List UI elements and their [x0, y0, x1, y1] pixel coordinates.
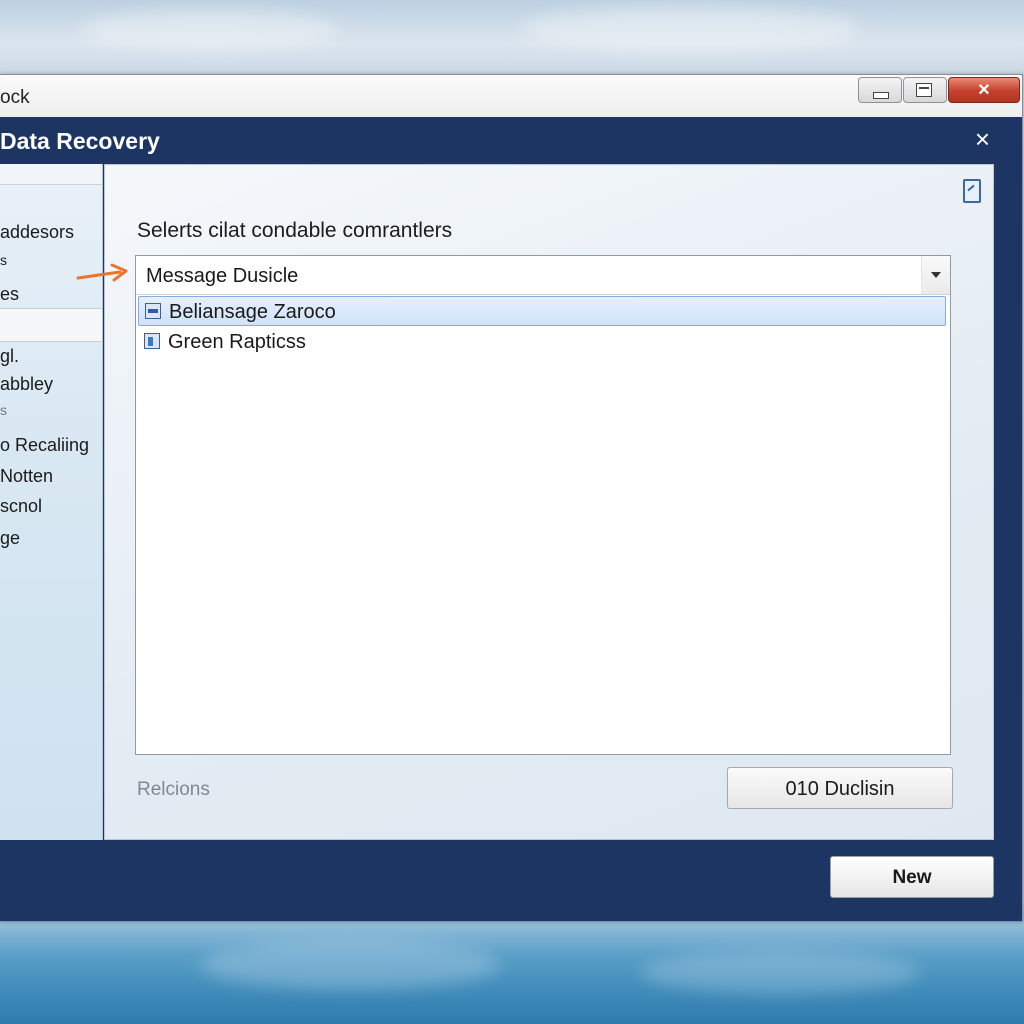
dialog-close-icon[interactable]: × [975, 124, 990, 154]
footer-label: Relcions [137, 779, 210, 800]
prompt-label: Selerts cilat condable comrantlers [137, 219, 453, 242]
outer-window-title: ock [0, 87, 30, 108]
action-button[interactable]: 010 Duclisin [727, 767, 953, 809]
main-panel: Selerts cilat condable comrantlers Messa… [104, 164, 994, 840]
sidebar-selected-strip[interactable] [0, 308, 102, 342]
sidebar-item[interactable]: es [0, 284, 19, 305]
list-item[interactable]: Beliansage Zaroco [138, 296, 946, 326]
outer-titlebar[interactable]: ock × [0, 75, 1022, 118]
sidebar-item[interactable]: s [0, 402, 7, 418]
maximize-button[interactable] [903, 77, 947, 103]
help-icon[interactable] [963, 179, 981, 203]
maximize-icon [916, 83, 932, 97]
dialog-title: Data Recovery [0, 128, 160, 154]
sidebar-item[interactable]: o Recaliing [0, 435, 89, 456]
sidebar-item[interactable]: abbley [0, 374, 53, 395]
minimize-icon [873, 92, 889, 99]
sidebar-item[interactable]: s [0, 252, 7, 268]
combo-box[interactable]: Message Dusicle [136, 256, 950, 295]
window-close-button[interactable]: × [948, 77, 1020, 103]
sidebar-item[interactable]: addesors [0, 222, 74, 243]
sidebar-item[interactable]: scnol [0, 496, 42, 517]
sidebar-item[interactable]: Notten [0, 466, 53, 487]
sidebar-item[interactable]: gl. [0, 346, 19, 367]
new-button[interactable]: New [830, 856, 994, 898]
desktop-cloud [520, 6, 860, 52]
window-icon [145, 303, 161, 319]
annotation-arrow-icon [76, 263, 128, 282]
list-item[interactable]: Green Rapticss [138, 327, 946, 357]
list-item-label: Beliansage Zaroco [169, 301, 336, 323]
sidebar-header-strip [0, 164, 102, 185]
controller-listbox[interactable]: Message Dusicle Beliansage Zaroco Green … [135, 255, 951, 755]
combo-value: Message Dusicle [146, 265, 299, 287]
document-icon [144, 333, 160, 349]
sidebar-item[interactable]: ge [0, 528, 20, 549]
desktop-cloud [200, 940, 500, 990]
close-icon: × [978, 79, 990, 101]
list-item-label: Green Rapticss [168, 331, 306, 353]
window-controls: × [857, 77, 1020, 105]
minimize-button[interactable] [858, 77, 902, 103]
chevron-down-icon[interactable] [921, 256, 950, 294]
desktop-cloud [80, 10, 340, 50]
desktop-cloud [640, 950, 920, 994]
